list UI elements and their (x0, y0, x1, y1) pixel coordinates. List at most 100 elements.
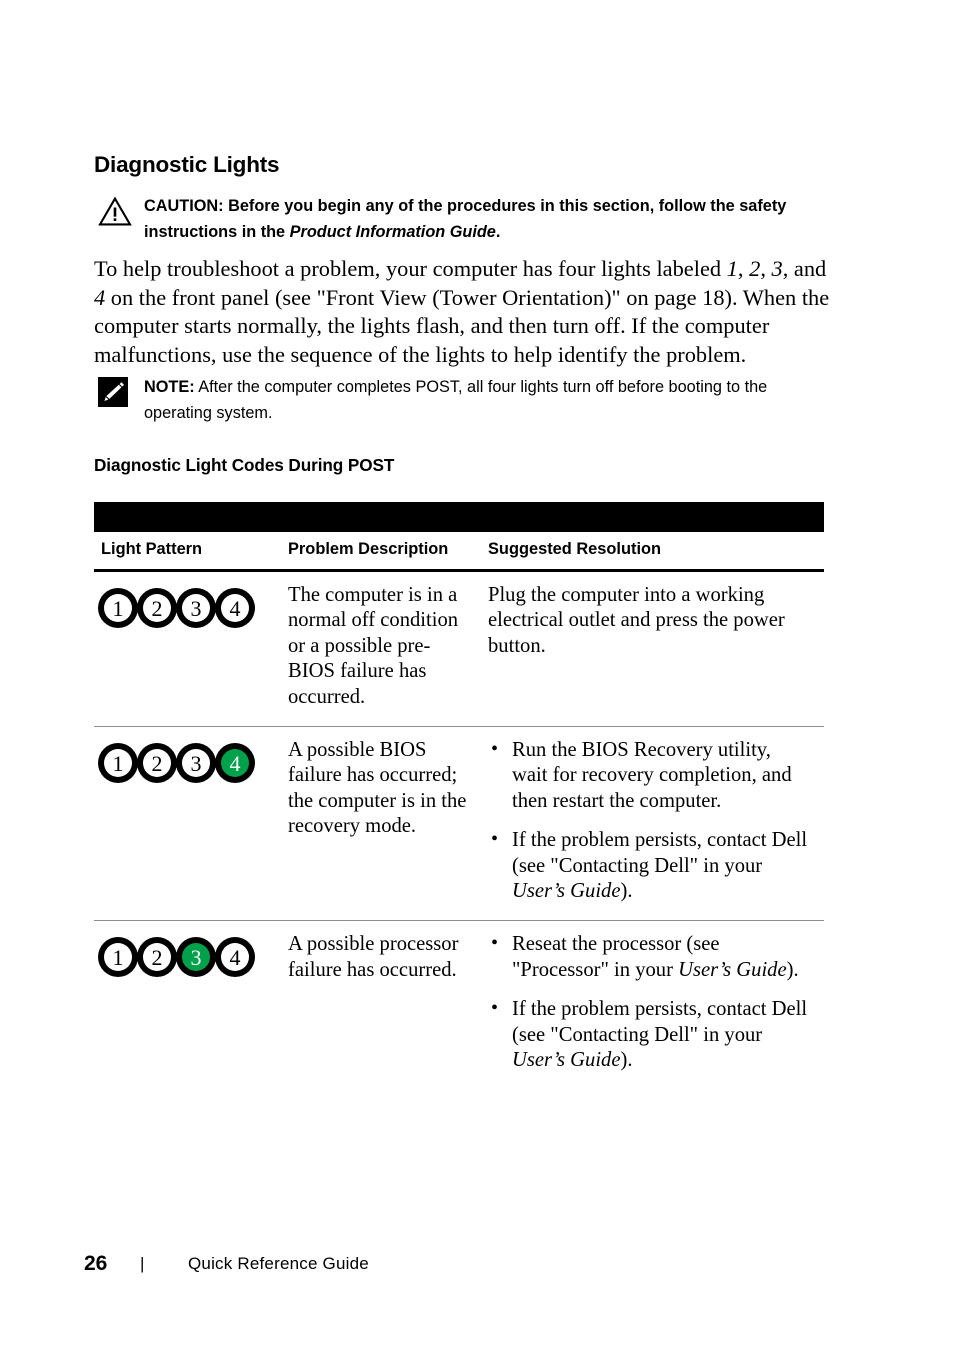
light-pattern-cell: 1 2 3 4 (94, 726, 281, 921)
note-admonition: NOTE: After the computer completes POST,… (98, 375, 833, 426)
light-number: 1 (112, 595, 124, 621)
paragraph-part-e: on the front panel (see "Front View (Tow… (94, 284, 830, 367)
page-title: Diagnostic Lights (94, 152, 280, 177)
suggested-resolution-cell: Plug the computer into a working electri… (481, 571, 824, 727)
note-text: NOTE: After the computer completes POST,… (144, 375, 833, 426)
diagnostic-light-4-off: 4 (215, 588, 255, 628)
bullet-icon: • (491, 932, 499, 955)
light-label-1: 1 (726, 256, 738, 281)
diagnostic-light-3-off: 3 (176, 743, 216, 784)
problem-description-cell: The computer is in a normal off conditio… (288, 584, 459, 708)
light-number: 2 (151, 750, 163, 776)
document-page: Diagnostic Lights CAUTION: Before you be… (0, 0, 954, 1352)
column-header-problem-description: Problem Description (281, 532, 481, 572)
caution-emphasis: Product Information Guide (289, 222, 496, 241)
problem-description-cell: A possible BIOS failure has occurred; th… (281, 726, 481, 921)
bullet-icon: • (491, 738, 499, 761)
footer-document-title: Quick Reference Guide (188, 1254, 369, 1273)
table-body: 1 2 3 4 The computer is in a normal off cond… (94, 571, 824, 1090)
diagnostic-light-1-off: 1 (98, 743, 138, 784)
light-number: 3 (190, 944, 202, 970)
note-body: After the computer completes POST, all f… (144, 378, 768, 422)
table-row: 1 2 3 4 A possible processor failure has occ… (94, 920, 824, 1090)
table-header: Light Pattern Problem Description Sugges… (94, 502, 824, 572)
light-label-4: 4 (94, 284, 106, 310)
diagnostic-light-1-off: 1 (98, 937, 138, 978)
light-number: 4 (229, 595, 241, 621)
diagnostic-light-2-off: 2 (137, 588, 177, 628)
resolution-list: • Run the BIOS Recovery utility, wait for… (488, 738, 810, 904)
light-number: 3 (190, 750, 202, 776)
caution-text: CAUTION: Before you begin any of the pro… (144, 194, 828, 245)
resolution-list: • Reseat the processor (see "Processor" i… (488, 932, 810, 1073)
resolution-text: If the problem persists, contact Dell (s… (512, 998, 808, 1046)
resolution-emphasis: User’s Guide (512, 880, 621, 903)
light-number: 4 (229, 944, 241, 970)
resolution-text-tail: ). (620, 1049, 633, 1072)
light-face: 1 (104, 594, 132, 622)
light-face: 1 (104, 749, 132, 778)
light-pattern-group: 1 2 3 4 (98, 588, 267, 628)
resolution-text: Run the BIOS Recovery utility, wait for … (512, 739, 792, 812)
diagnostic-light-4-off: 4 (215, 937, 255, 978)
light-pattern-cell: 1 2 3 4 (94, 920, 281, 1090)
resolution-list-item: • If the problem persists, contact Dell (… (488, 997, 810, 1073)
page-number: 26 (84, 1252, 108, 1275)
table-top-rule (94, 502, 824, 532)
light-face: 3 (182, 594, 210, 622)
light-face: 2 (143, 594, 171, 622)
diagnostic-light-4-on: 4 (215, 743, 255, 784)
paragraph-part-d: , and (782, 256, 827, 281)
paragraph-part-c: , (760, 256, 772, 281)
diagnostic-light-3-on: 3 (176, 937, 216, 978)
table-row: 1 2 3 4 A possible BIOS failure has occurred… (94, 726, 824, 921)
caution-admonition: CAUTION: Before you begin any of the pro… (98, 194, 828, 245)
column-header-suggested-resolution: Suggested Resolution (481, 532, 824, 572)
table-row: 1 2 3 4 The computer is in a normal off cond… (94, 571, 824, 727)
note-pencil-icon (98, 375, 132, 407)
light-face: 4 (221, 749, 249, 778)
light-number: 2 (151, 595, 163, 621)
diagnostic-light-2-off: 2 (137, 937, 177, 978)
intro-paragraph: To help troubleshoot a problem, your com… (94, 255, 834, 369)
light-face: 2 (143, 749, 171, 778)
resolution-text-tail: ). (620, 880, 633, 903)
page-footer: 26 | Quick Reference Guide (84, 1252, 844, 1276)
light-face: 3 (182, 749, 210, 778)
note-label: NOTE: (144, 378, 195, 396)
bullet-icon: • (491, 828, 499, 851)
light-face: 4 (221, 594, 249, 622)
suggested-resolution-cell: • Run the BIOS Recovery utility, wait for… (481, 726, 824, 921)
caution-label: CAUTION: (144, 197, 224, 215)
column-header-light-pattern: Light Pattern (94, 532, 281, 572)
caution-body-after: . (495, 222, 501, 241)
table-caption: Diagnostic Light Codes During POST (94, 455, 395, 475)
paragraph-part-b: , (737, 256, 750, 281)
diagnostic-light-1-off: 1 (98, 588, 138, 628)
resolution-text: If the problem persists, contact Dell (s… (512, 829, 808, 877)
light-pattern-cell: 1 2 3 4 (94, 571, 281, 727)
light-number: 3 (190, 595, 202, 621)
footer-separator: | (140, 1254, 145, 1273)
light-label-2: 2 (749, 256, 761, 281)
warning-triangle-icon (98, 194, 132, 227)
resolution-list-item: • Run the BIOS Recovery utility, wait for… (488, 738, 810, 814)
paragraph-part-a: To help troubleshoot a problem, your com… (94, 256, 727, 281)
light-pattern-group: 1 2 3 4 (98, 937, 267, 978)
light-label-3: 3 (771, 256, 783, 281)
table-header-row: Light Pattern Problem Description Sugges… (94, 532, 824, 572)
light-number: 1 (112, 750, 124, 776)
resolution-text-tail: ). (786, 958, 799, 981)
light-pattern-group: 1 2 3 4 (98, 743, 267, 784)
diagnostic-codes-table: Light Pattern Problem Description Sugges… (94, 502, 824, 1090)
resolution-list-item: • If the problem persists, contact Dell (… (488, 828, 810, 904)
light-number: 4 (229, 750, 241, 776)
light-number: 1 (112, 944, 124, 970)
bullet-icon: • (491, 997, 499, 1020)
light-number: 2 (151, 944, 163, 970)
diagnostic-light-3-off: 3 (176, 588, 216, 628)
problem-description-cell: A possible processor failure has occurre… (281, 920, 481, 1090)
resolution-list-item: • Reseat the processor (see "Processor" i… (488, 932, 810, 983)
resolution-emphasis: User’s Guide (512, 1049, 621, 1072)
suggested-resolution-cell: • Reseat the processor (see "Processor" i… (481, 920, 824, 1090)
